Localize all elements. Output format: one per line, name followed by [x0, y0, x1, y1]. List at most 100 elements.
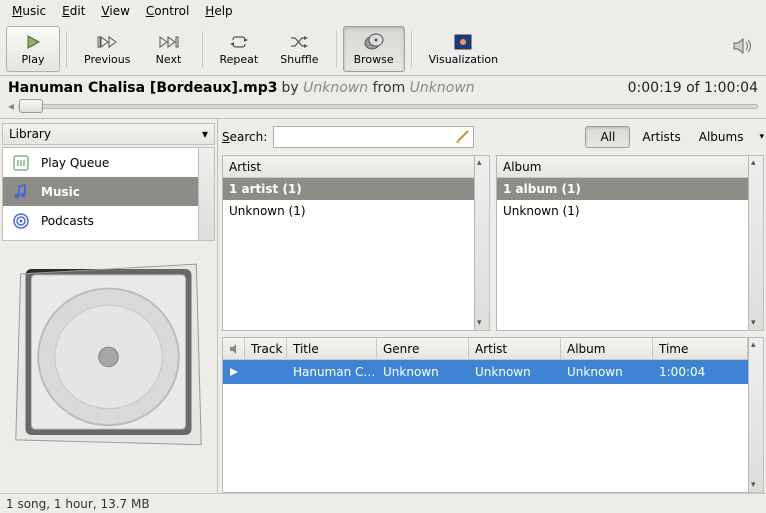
menu-view[interactable]: View — [93, 2, 137, 20]
play-icon — [229, 367, 239, 377]
filter-all-button[interactable]: All — [585, 126, 630, 148]
menu-music[interactable]: Music — [4, 2, 54, 20]
previous-icon — [97, 32, 117, 52]
song-title: Hanuman Chalisa [Bordeaux].mp3 — [8, 80, 278, 96]
track-row[interactable]: Hanuman C… Unknown Unknown Unknown 1:00:… — [223, 360, 748, 384]
artist-pane: Artist 1 artist (1) Unknown (1) — [222, 155, 475, 331]
artist-row[interactable]: Unknown (1) — [223, 200, 474, 222]
clear-search-icon[interactable] — [454, 129, 470, 145]
now-playing-row: Hanuman Chalisa [Bordeaux].mp3 by Unknow… — [0, 76, 766, 98]
track-table-header: Track Title Genre Artist Album Time — [223, 338, 748, 360]
main-area: Library ▾ Play Queue Music Podcasts — [0, 119, 766, 493]
track-time-cell: 1:00:04 — [653, 360, 748, 384]
search-label: Search: — [222, 130, 267, 144]
toolbar-separator — [411, 31, 412, 67]
right-column: Search: All Artists Albums ▾ Artist 1 ar… — [218, 119, 766, 493]
menu-edit[interactable]: Edit — [54, 2, 93, 20]
next-button[interactable]: Next — [142, 26, 196, 72]
play-label: Play — [22, 53, 45, 66]
search-input[interactable] — [273, 126, 474, 148]
shuffle-label: Shuffle — [280, 53, 318, 66]
album-row[interactable]: Unknown (1) — [497, 200, 748, 222]
previous-button[interactable]: Previous — [73, 26, 142, 72]
sidebar-item-music[interactable]: Music — [3, 177, 214, 206]
progress-slider[interactable] — [18, 104, 758, 109]
song-meta: by Unknown from Unknown — [282, 80, 475, 96]
music-icon — [11, 182, 31, 202]
menu-bar: Music Edit View Control Help — [0, 0, 766, 22]
album-column-header[interactable]: Album — [497, 156, 748, 178]
status-text: 1 song, 1 hour, 13.7 MB — [6, 497, 150, 511]
next-label: Next — [156, 53, 182, 66]
artist-summary-row[interactable]: 1 artist (1) — [223, 178, 474, 200]
play-queue-icon — [11, 153, 31, 173]
previous-label: Previous — [84, 53, 131, 66]
slider-thumb[interactable] — [19, 99, 43, 113]
search-row: Search: All Artists Albums ▾ — [222, 123, 764, 151]
shuffle-icon — [290, 32, 308, 52]
now-playing-indicator — [223, 360, 245, 384]
sidebar-item-play-queue[interactable]: Play Queue — [3, 148, 214, 177]
toolbar: Play Previous Next Repeat Shuffle Browse — [0, 22, 766, 76]
browse-label: Browse — [354, 53, 394, 66]
track-table: Track Title Genre Artist Album Time Hanu… — [222, 337, 749, 493]
title-column-header[interactable]: Title — [287, 338, 377, 359]
shuffle-button[interactable]: Shuffle — [269, 26, 329, 72]
speaker-icon — [229, 343, 238, 355]
genre-column-header[interactable]: Genre — [377, 338, 469, 359]
repeat-icon — [230, 32, 248, 52]
library-header[interactable]: Library ▾ — [2, 123, 215, 145]
artist-column-header[interactable]: Artist — [469, 338, 561, 359]
visualization-button[interactable]: Visualization — [418, 26, 509, 72]
filter-artists-button[interactable]: Artists — [636, 127, 686, 147]
sidebar-item-label: Play Queue — [41, 156, 109, 170]
status-bar: 1 song, 1 hour, 13.7 MB — [0, 493, 766, 513]
repeat-label: Repeat — [220, 53, 259, 66]
browse-icon — [364, 32, 384, 52]
repeat-button[interactable]: Repeat — [209, 26, 270, 72]
play-icon — [25, 32, 41, 52]
scrollbar[interactable]: ▴▾ — [749, 155, 764, 331]
progress-row: ◂ — [0, 98, 766, 118]
sidebar-item-label: Podcasts — [41, 214, 94, 228]
rewind-icon[interactable]: ◂ — [8, 99, 14, 113]
visualization-icon — [454, 32, 472, 52]
track-title-cell: Hanuman C… — [287, 360, 377, 384]
menu-help[interactable]: Help — [197, 2, 240, 20]
next-icon — [159, 32, 179, 52]
scrollbar[interactable]: ▴▾ — [475, 155, 490, 331]
podcasts-icon — [11, 211, 31, 231]
browser-panes: Artist 1 artist (1) Unknown (1) ▴▾ Album… — [222, 155, 764, 331]
album-summary-row[interactable]: 1 album (1) — [497, 178, 748, 200]
chevron-down-icon: ▾ — [202, 127, 208, 141]
sidebar-item-podcasts[interactable]: Podcasts — [3, 206, 214, 235]
menu-control[interactable]: Control — [138, 2, 197, 20]
toolbar-separator — [336, 31, 337, 67]
scrollbar[interactable] — [198, 148, 214, 240]
source-list: Play Queue Music Podcasts — [2, 147, 215, 241]
library-header-label: Library — [9, 127, 51, 141]
play-button[interactable]: Play — [6, 26, 60, 72]
visualization-label: Visualization — [429, 53, 498, 66]
album-art — [0, 241, 217, 493]
toolbar-separator — [202, 31, 203, 67]
artist-column-header[interactable]: Artist — [223, 156, 474, 178]
track-genre-cell: Unknown — [377, 360, 469, 384]
sidebar-item-label: Music — [41, 185, 80, 199]
track-number-cell — [245, 360, 287, 384]
album-pane: Album 1 album (1) Unknown (1) — [496, 155, 749, 331]
time-display: 0:00:19 of 1:00:04 — [628, 80, 758, 96]
toolbar-separator — [66, 31, 67, 67]
browse-button[interactable]: Browse — [343, 26, 405, 72]
track-album-cell: Unknown — [561, 360, 653, 384]
track-table-wrap: Track Title Genre Artist Album Time Hanu… — [222, 337, 764, 493]
filter-albums-button[interactable]: Albums — [693, 127, 750, 147]
time-column-header[interactable]: Time — [653, 338, 748, 359]
track-column-header[interactable]: Track — [245, 338, 287, 359]
album-column-header[interactable]: Album — [561, 338, 653, 359]
scrollbar[interactable]: ▴▾ — [749, 337, 764, 493]
chevron-down-icon[interactable]: ▾ — [759, 132, 764, 142]
left-column: Library ▾ Play Queue Music Podcasts — [0, 119, 218, 493]
volume-icon[interactable] — [732, 36, 754, 59]
playing-column-header[interactable] — [223, 338, 245, 359]
